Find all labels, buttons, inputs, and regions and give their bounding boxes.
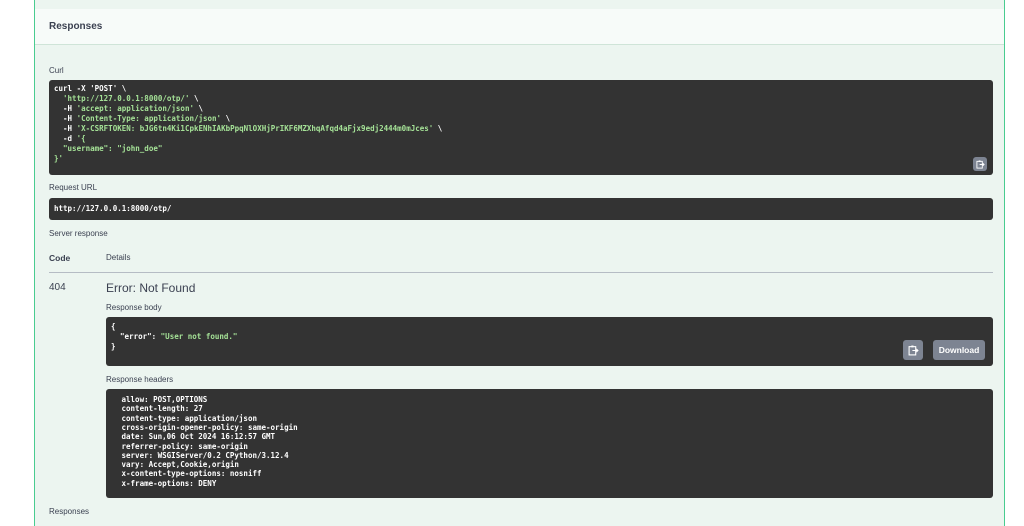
- request-url-block[interactable]: http://127.0.0.1:8000/otp/: [49, 198, 993, 220]
- response-code: 404: [49, 282, 66, 293]
- clipboard-copy-icon: [975, 159, 985, 169]
- header-line: cross-origin-opener-policy: same-origin: [117, 422, 298, 432]
- header-line: vary: Accept,Cookie,origin: [117, 460, 239, 470]
- curl-line-5: -H 'X-CSRFTOKEN: bJG6tn4Ki1CpkENhIAKbPpq…: [54, 124, 443, 133]
- body-line-2: "error": "User not found.": [111, 332, 238, 341]
- header-line: date: Sun,06 Oct 2024 16:12:57 GMT: [117, 432, 276, 442]
- header-line: x-frame-options: DENY: [117, 478, 217, 488]
- responses-title: Responses: [49, 21, 103, 32]
- request-url-value: http://127.0.0.1:8000/otp/: [54, 204, 172, 213]
- response-body-label: Response body: [106, 303, 162, 312]
- curl-url-string: 'http://127.0.0.1:8000/otp/': [63, 94, 190, 103]
- server-response-label: Server response: [49, 229, 108, 238]
- clipboard-copy-icon: [908, 345, 919, 355]
- response-body-copy-button[interactable]: [903, 340, 923, 360]
- curl-line-7: "username": "john_doe": [54, 144, 163, 153]
- header-line: allow: POST,OPTIONS: [117, 395, 208, 404]
- curl-label: Curl: [49, 66, 64, 75]
- request-url-label: Request URL: [49, 183, 98, 192]
- curl-line-8: }': [54, 154, 64, 163]
- responses-footer-title: Responses: [49, 507, 90, 516]
- curl-code-block[interactable]: curl -X 'POST' \ 'http://127.0.0.1:8000/…: [49, 80, 993, 175]
- curl-line-6: -d '{: [54, 134, 86, 143]
- response-status-text: Error: Not Found: [106, 281, 196, 295]
- header-line: server: WSGIServer/0.2 CPython/3.12.4: [117, 450, 289, 460]
- header-line: content-type: application/json: [117, 413, 257, 423]
- operation-panel: Responses Curl curl -X 'POST' \ 'http://…: [34, 0, 1005, 526]
- response-headers-block[interactable]: allow: POST,OPTIONS content-length: 27 c…: [106, 389, 993, 498]
- table-header-divider: [49, 272, 993, 273]
- code-column-header: Code: [49, 253, 71, 263]
- header-line: content-length: 27: [117, 404, 203, 414]
- response-headers-label: Response headers: [106, 375, 174, 384]
- curl-line-4: -H 'Content-Type: application/json' \: [54, 114, 231, 123]
- response-body-block[interactable]: { "error": "User not found." } Download: [106, 317, 993, 366]
- body-line-3: }: [111, 342, 116, 351]
- details-column-header: Details: [106, 253, 131, 262]
- body-line-1: {: [111, 322, 116, 331]
- header-line: referrer-policy: same-origin: [117, 441, 248, 451]
- curl-line-2: 'http://127.0.0.1:8000/otp/' \: [63, 94, 199, 103]
- header-line: x-content-type-options: nosniff: [117, 469, 262, 479]
- responses-section-header: Responses: [35, 9, 1004, 45]
- curl-line-3: -H 'accept: application/json' \: [54, 104, 204, 113]
- curl-copy-button[interactable]: [973, 157, 987, 171]
- download-button[interactable]: Download: [933, 340, 985, 360]
- curl-line-1: curl -X 'POST' \: [54, 84, 127, 93]
